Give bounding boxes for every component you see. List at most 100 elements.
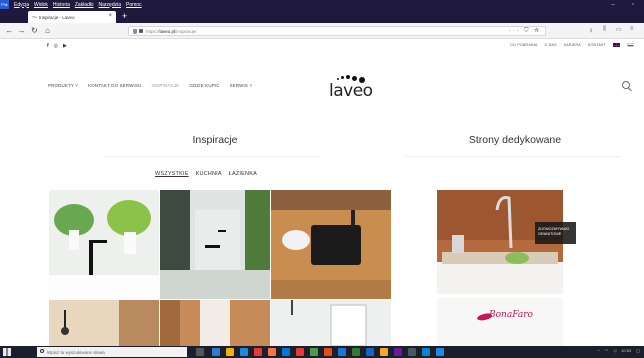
filter-all[interactable]: WSZYSTKIE xyxy=(155,171,189,177)
inspiration-card-6[interactable] xyxy=(271,300,391,346)
home-icon[interactable]: ⌂ xyxy=(42,25,53,36)
laveo-logo[interactable]: laveo xyxy=(329,74,379,101)
taskbar-app-icon[interactable] xyxy=(296,348,304,356)
youtube-icon[interactable]: ▶ xyxy=(63,43,67,49)
laveo-favicon-icon: 〜 xyxy=(32,14,38,21)
inspiration-card-5[interactable] xyxy=(160,300,270,346)
lock-icon[interactable] xyxy=(139,29,143,33)
inspiration-card-3[interactable] xyxy=(271,190,391,299)
menu-item-history[interactable]: Historia xyxy=(53,2,70,8)
social-links: f ◎ ▶ xyxy=(47,43,67,49)
title-divider xyxy=(105,156,320,157)
url-bar[interactable]: https://laveo.pl/inspiracje/ ··· ⛉ ☆ xyxy=(128,26,546,36)
menu-icon[interactable]: ≡ xyxy=(630,26,634,32)
site-topbar: f ◎ ▶ DO POBRANIA O NAS KARIERA KONTAKT xyxy=(0,39,644,52)
taskbar-app-icon[interactable] xyxy=(394,348,402,356)
tab-inspiracje[interactable]: 〜 Inspiracje - Laveo × xyxy=(28,11,116,23)
search-icon[interactable] xyxy=(622,81,630,89)
minimize-icon[interactable]: – xyxy=(604,0,622,9)
chevron-down-icon: ˅ xyxy=(75,83,79,88)
taskbar-app-icon[interactable] xyxy=(380,348,388,356)
network-icon[interactable]: ◠ xyxy=(605,348,609,353)
filter-bathroom[interactable]: ŁAZIENKA xyxy=(229,171,257,177)
taskbar-search-placeholder: Wpisz tu wyszukiwane słowa xyxy=(47,349,105,355)
download-icon[interactable]: ⭳ xyxy=(590,26,592,36)
menu-item-view[interactable]: Widok xyxy=(34,2,48,8)
inspiration-card-2[interactable] xyxy=(160,190,270,299)
link-contact[interactable]: KONTAKT xyxy=(588,43,606,47)
new-tab-icon[interactable]: + xyxy=(122,11,127,21)
link-career[interactable]: KARIERA xyxy=(564,43,581,47)
menu-item-edit[interactable]: Edycja xyxy=(14,2,29,8)
interior-white-image xyxy=(271,300,391,346)
kitchen-black-sink-image xyxy=(271,190,391,299)
bonafaro-card[interactable]: BonaFaro xyxy=(437,298,563,346)
screen: Plik Edycja Widok Historia Zakładki Narz… xyxy=(0,0,644,358)
tray-chevron-icon[interactable]: ^ xyxy=(598,348,600,353)
logo-dot xyxy=(341,76,344,79)
app-menu-badge[interactable]: Plik xyxy=(0,0,9,9)
taskbar-app-icon[interactable] xyxy=(338,348,346,356)
library-icon[interactable]: ⫼ xyxy=(603,26,606,33)
nav-item-inspiracje[interactable]: INSPIRACJE xyxy=(151,83,179,88)
page-actions-icon[interactable]: ··· ⛉ ☆ xyxy=(508,28,541,35)
task-view-icon[interactable] xyxy=(196,348,204,356)
url-domain: laveo.pl xyxy=(159,28,176,34)
windows-start-icon[interactable] xyxy=(3,348,11,356)
volume-icon[interactable]: ◁ xyxy=(613,348,616,353)
flag-pl-icon[interactable] xyxy=(627,43,634,47)
taskbar-app-icon[interactable] xyxy=(240,348,248,356)
forward-arrow-icon[interactable]: → xyxy=(16,25,27,36)
bonafaro-logo: BonaFaro xyxy=(489,310,533,320)
search-icon xyxy=(40,349,44,353)
logo-dot xyxy=(337,78,339,80)
nav-item-where-to-buy[interactable]: GDZIE KUPIĆ xyxy=(189,83,219,88)
tab-strip: 〜 Inspiracje - Laveo × + xyxy=(0,9,644,23)
menu-item-bookmarks[interactable]: Zakładki xyxy=(75,2,94,8)
chevron-down-icon: ˅ xyxy=(249,83,253,88)
menu-item-tools[interactable]: Narzędzia xyxy=(99,2,122,8)
nav-item-service-contact[interactable]: KONTAKT DO SERWISU xyxy=(88,83,141,88)
filter-kitchen[interactable]: KUCHNIA xyxy=(196,171,222,177)
taskbar-app-icon[interactable] xyxy=(254,348,262,356)
taskbar-app-icon[interactable] xyxy=(422,348,430,356)
tracking-shield-icon[interactable] xyxy=(133,28,137,34)
taskbar-app-icon[interactable] xyxy=(324,348,332,356)
taskbar-app-icon[interactable] xyxy=(310,348,318,356)
notification-icon[interactable]: ▢ xyxy=(636,348,640,353)
menu-item-file[interactable]: Plik xyxy=(1,2,7,7)
system-tray: ^ ◠ ◁ 10:53 ▢ xyxy=(598,348,640,353)
nav-item-products[interactable]: PRODUKTY ˅ xyxy=(48,83,78,88)
granite-sinks-badge[interactable]: ZLEWOZMYWAKI GRANITOWE xyxy=(535,222,576,244)
link-about[interactable]: O NAS xyxy=(545,43,557,47)
instagram-icon[interactable]: ◎ xyxy=(54,43,58,49)
taskbar-app-icon[interactable] xyxy=(436,348,444,356)
taskbar-app-icon[interactable] xyxy=(408,348,416,356)
firefox-icon[interactable] xyxy=(268,348,276,356)
excel-icon[interactable] xyxy=(352,348,360,356)
facebook-icon[interactable]: f xyxy=(47,43,49,49)
main-navigation: PRODUKTY ˅ KONTAKT DO SERWISU INSPIRACJE… xyxy=(0,66,644,106)
top-links: DO POBRANIA O NAS KARIERA KONTAKT xyxy=(510,43,634,47)
flag-uk-icon[interactable] xyxy=(613,43,620,47)
nav-item-service[interactable]: SERWIS ˅ xyxy=(230,83,253,88)
taskbar-app-icon[interactable] xyxy=(212,348,220,356)
inspiration-card-4[interactable] xyxy=(49,300,159,346)
dedicated-pages-title: Strony dedykowane xyxy=(468,134,562,146)
link-downloads[interactable]: DO POBRANIA xyxy=(510,43,537,47)
sidebar-icon[interactable]: ▭ xyxy=(616,26,622,33)
restore-icon[interactable]: ▫ xyxy=(624,0,642,9)
logo-dot xyxy=(346,75,350,79)
edge-icon[interactable] xyxy=(282,348,290,356)
tab-title: Inspiracje - Laveo xyxy=(39,14,75,20)
back-arrow-icon[interactable]: ← xyxy=(4,25,15,36)
inspiration-card-1[interactable] xyxy=(49,190,159,299)
clock[interactable]: 10:53 xyxy=(621,348,631,353)
taskbar-search[interactable]: Wpisz tu wyszukiwane słowa xyxy=(37,347,187,357)
menu-item-help[interactable]: Pomoc xyxy=(126,2,142,8)
file-explorer-icon[interactable] xyxy=(226,348,234,356)
filter-tabs: WSZYSTKIE KUCHNIA ŁAZIENKA xyxy=(155,171,257,177)
close-tab-icon[interactable]: × xyxy=(108,13,112,19)
word-icon[interactable] xyxy=(366,348,374,356)
reload-icon[interactable]: ↻ xyxy=(29,25,40,36)
